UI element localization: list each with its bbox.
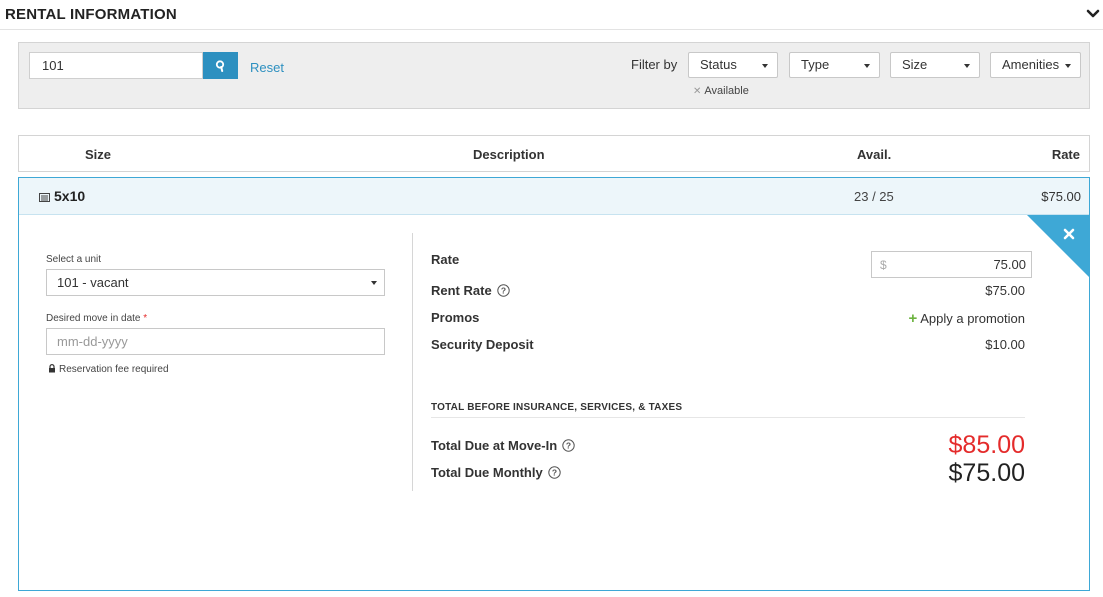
unit-detail-card: 5x10 23 / 25 $75.00 Select a unit 101 - … xyxy=(18,177,1090,591)
help-icon[interactable]: ? xyxy=(496,284,510,297)
move-in-date-label: Desired move in date * xyxy=(46,313,147,324)
column-header-size[interactable]: Size xyxy=(85,147,111,162)
unit-row[interactable]: 5x10 23 / 25 $75.00 xyxy=(19,178,1089,215)
unit-size-label: 5x10 xyxy=(54,188,86,204)
required-marker: * xyxy=(143,313,148,324)
security-deposit-label: Security Deposit xyxy=(431,337,534,352)
x-icon[interactable]: ✕ xyxy=(693,86,701,97)
filter-panel: Reset Filter by Status Type Size Ameniti… xyxy=(18,42,1090,109)
help-icon[interactable]: ? xyxy=(562,439,575,452)
caret-down-icon xyxy=(371,281,377,285)
total-monthly-value: $75.00 xyxy=(948,459,1025,487)
caret-down-icon xyxy=(1065,64,1071,68)
search-icon xyxy=(215,59,224,72)
total-move-in-label: Total Due at Move-In? xyxy=(431,438,575,453)
section-header: RENTAL INFORMATION xyxy=(0,0,1103,30)
plus-icon: + xyxy=(908,310,918,327)
amenities-filter-label: Amenities xyxy=(1002,57,1060,72)
rate-label: Rate xyxy=(431,252,460,267)
unit-size: 5x10 xyxy=(39,188,85,204)
lock-icon xyxy=(49,364,55,373)
active-filter-tag[interactable]: ✕ Available xyxy=(693,85,749,97)
size-filter-button[interactable]: Size xyxy=(890,52,980,78)
caret-down-icon xyxy=(964,64,970,68)
currency-symbol: $ xyxy=(880,258,887,272)
security-deposit-value: $10.00 xyxy=(985,337,1025,352)
svg-text:?: ? xyxy=(501,286,506,296)
unit-select-value: 101 - vacant xyxy=(57,275,129,290)
table-header: Size Description Avail. Rate xyxy=(18,135,1090,172)
column-header-rate[interactable]: Rate xyxy=(1052,147,1080,162)
amenities-filter-button[interactable]: Amenities xyxy=(990,52,1081,78)
select-unit-label: Select a unit xyxy=(46,254,102,265)
active-filter-label: Available xyxy=(704,85,749,97)
reset-link[interactable]: Reset xyxy=(250,60,284,75)
rate-input[interactable] xyxy=(892,252,1026,277)
total-move-in-value: $85.00 xyxy=(948,431,1025,459)
unit-rate: $75.00 xyxy=(1041,189,1081,204)
help-icon[interactable]: ? xyxy=(548,466,561,479)
apply-promotion-label: Apply a promotion xyxy=(920,311,1025,326)
total-move-in-label-text: Total Due at Move-In xyxy=(431,438,558,453)
column-divider xyxy=(412,233,413,491)
unit-availability: 23 / 25 xyxy=(854,189,894,204)
section-title: RENTAL INFORMATION xyxy=(5,6,177,23)
svg-text:?: ? xyxy=(566,441,571,451)
status-filter-label: Status xyxy=(700,57,737,72)
reservation-fee-note: Reservation fee required xyxy=(48,364,169,375)
reservation-fee-text: Reservation fee required xyxy=(59,364,169,375)
total-monthly-label-text: Total Due Monthly xyxy=(431,465,543,480)
totals-divider xyxy=(431,417,1025,418)
caret-down-icon xyxy=(864,64,870,68)
size-filter-label: Size xyxy=(902,57,928,72)
unit-select[interactable]: 101 - vacant xyxy=(46,269,385,296)
type-filter-button[interactable]: Type xyxy=(789,52,880,78)
close-button[interactable] xyxy=(1027,215,1089,277)
chevron-down-icon[interactable] xyxy=(1085,6,1101,22)
caret-down-icon xyxy=(762,64,768,68)
filter-by-label: Filter by xyxy=(631,57,678,72)
storage-unit-icon xyxy=(39,193,50,202)
rent-rate-label-text: Rent Rate xyxy=(431,283,492,298)
totals-caption: TOTAL BEFORE INSURANCE, SERVICES, & TAXE… xyxy=(431,402,683,413)
column-header-description[interactable]: Description xyxy=(473,147,545,162)
type-filter-label: Type xyxy=(801,57,830,72)
search-button[interactable] xyxy=(203,52,238,79)
rate-field[interactable]: $ xyxy=(871,251,1032,278)
apply-promotion-link[interactable]: + Apply a promotion xyxy=(908,310,1025,327)
promos-label: Promos xyxy=(431,310,480,325)
search-input[interactable] xyxy=(29,52,203,79)
move-in-date-label-text: Desired move in date xyxy=(46,313,141,324)
rent-rate-label: Rent Rate? xyxy=(431,283,510,298)
rent-rate-value: $75.00 xyxy=(985,283,1025,298)
svg-text:?: ? xyxy=(552,468,557,478)
total-monthly-label: Total Due Monthly? xyxy=(431,465,561,480)
column-header-avail[interactable]: Avail. xyxy=(857,147,891,162)
move-in-date-input[interactable] xyxy=(46,328,385,355)
status-filter-button[interactable]: Status xyxy=(688,52,778,78)
